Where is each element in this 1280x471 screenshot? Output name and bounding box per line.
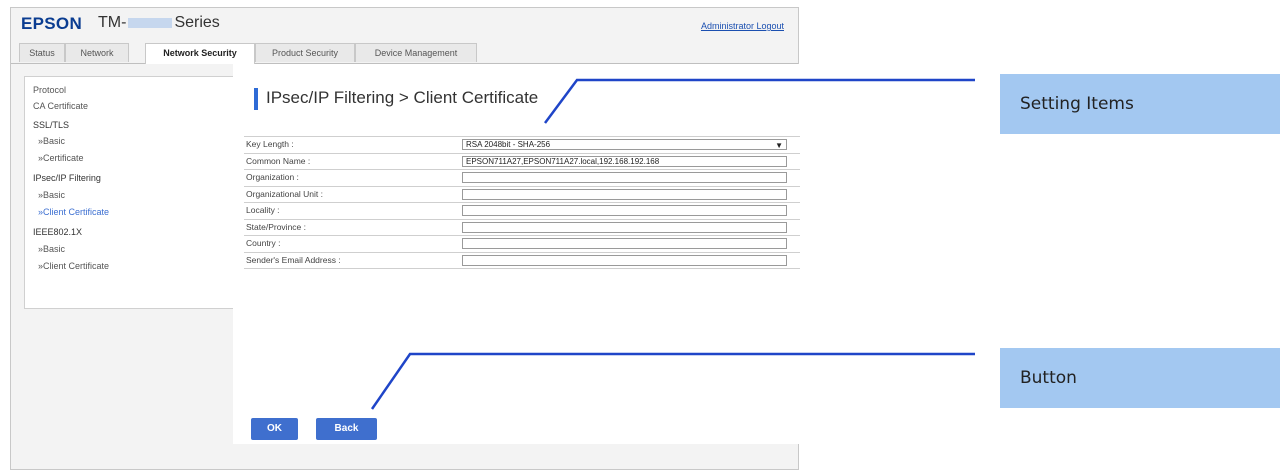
leader-lines — [370, 78, 975, 410]
leader-line-button — [370, 352, 975, 410]
leader-line-setting-items — [543, 78, 975, 124]
